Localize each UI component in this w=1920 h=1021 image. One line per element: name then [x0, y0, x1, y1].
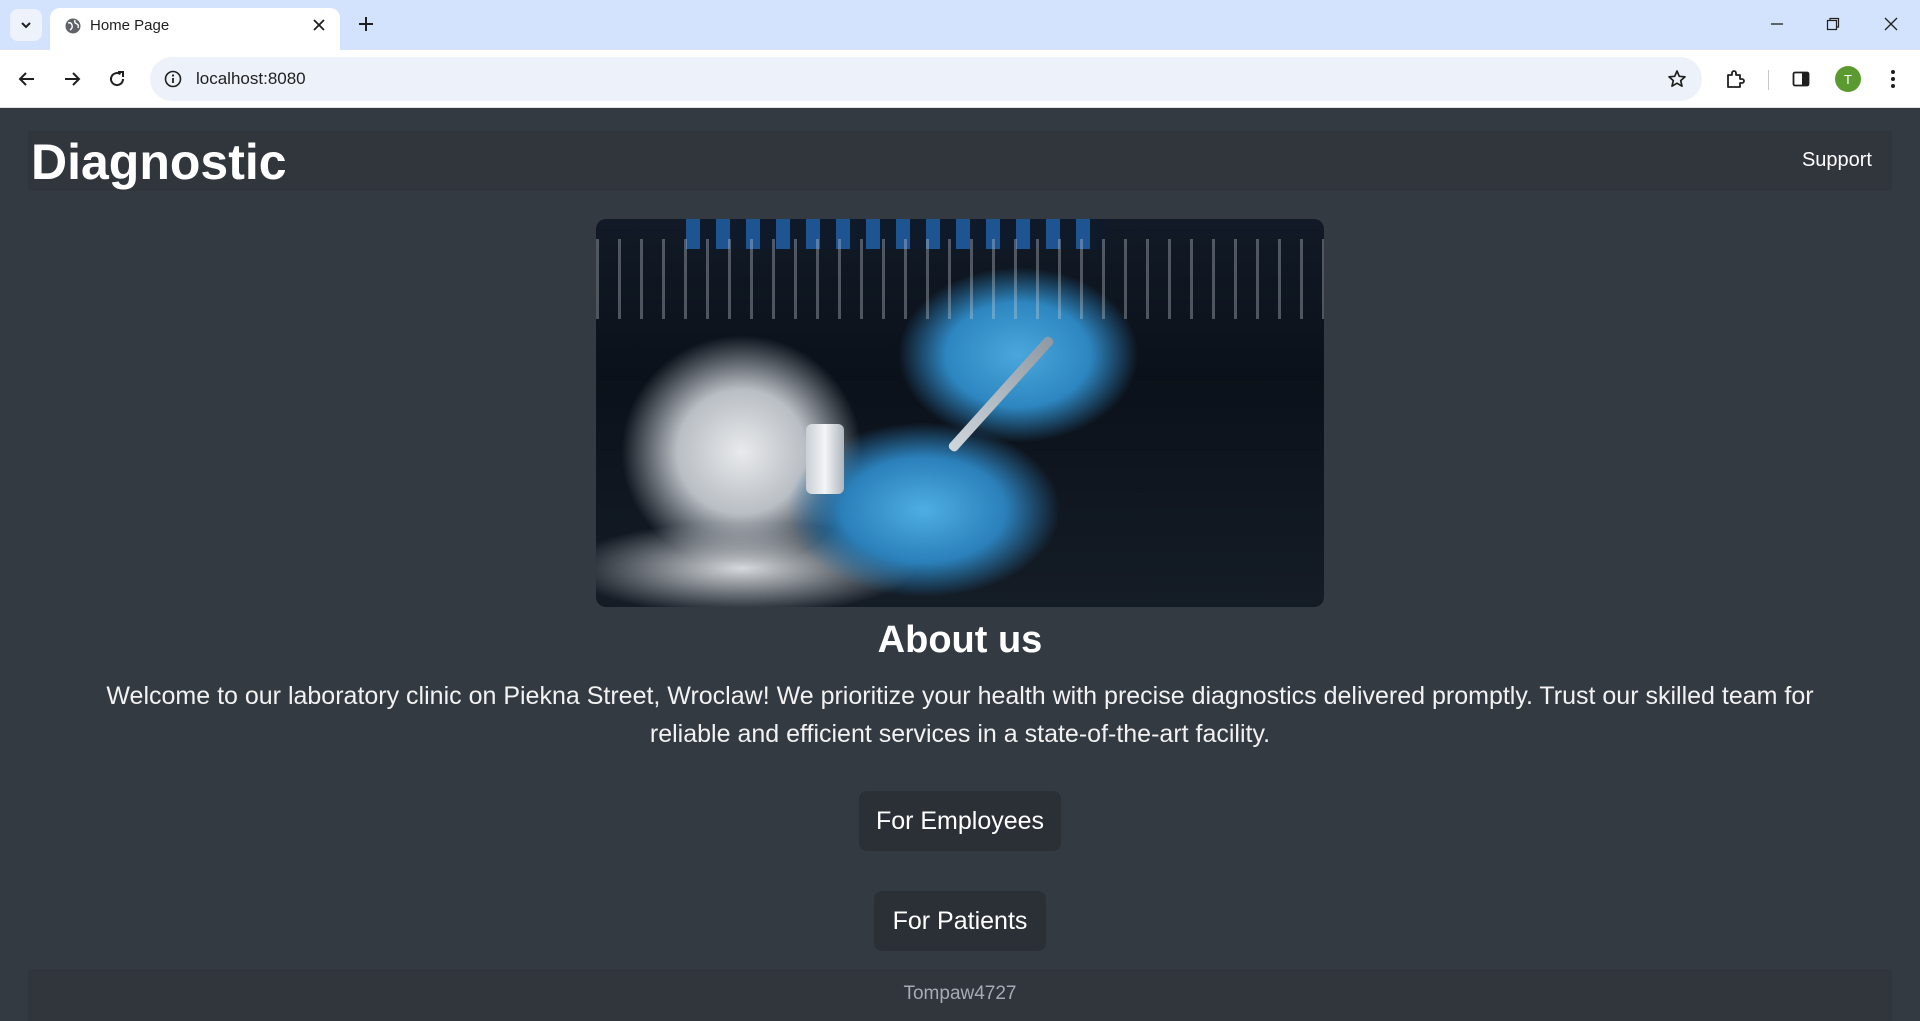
side-panel-icon: [1792, 71, 1810, 87]
bookmark-button[interactable]: [1664, 66, 1690, 92]
reload-button[interactable]: [99, 61, 135, 97]
footer-author: Tompaw4727: [903, 983, 1017, 1004]
puzzle-icon: [1727, 70, 1745, 88]
page-content: Diagnostic Support About us Welcome to o…: [0, 109, 1920, 1021]
toolbar-separator: [1768, 70, 1769, 90]
arrow-left-icon: [18, 72, 34, 86]
about-title: About us: [877, 619, 1043, 661]
support-link[interactable]: Support: [1802, 147, 1872, 173]
about-text: Welcome to our laboratory clinic on Piek…: [106, 682, 1814, 748]
profile-avatar[interactable]: T: [1835, 66, 1861, 92]
browser-tab[interactable]: Home Page: [50, 8, 340, 50]
info-icon: [164, 70, 182, 88]
site-info-button[interactable]: [160, 66, 186, 92]
kebab-menu-icon: [1891, 70, 1895, 88]
restore-button[interactable]: [1810, 6, 1856, 42]
minimize-button[interactable]: [1754, 6, 1800, 42]
minimize-icon: [1771, 23, 1783, 25]
brand-logo[interactable]: Diagnostic: [31, 133, 287, 191]
hero-image: [596, 219, 1324, 607]
globe-icon: [65, 18, 81, 34]
close-icon: [313, 19, 325, 31]
address-bar[interactable]: localhost:8080: [150, 57, 1702, 101]
star-icon: [1668, 70, 1686, 88]
side-panel-button[interactable]: [1784, 62, 1818, 96]
hero-rack: [596, 239, 1324, 319]
extensions-button[interactable]: [1718, 62, 1752, 96]
site-footer: Tompaw4727: [28, 969, 1892, 1021]
for-patients-button[interactable]: For Patients: [874, 891, 1046, 951]
close-icon: [1884, 17, 1898, 31]
reload-icon: [110, 71, 125, 87]
hero-syringe: [947, 334, 1055, 454]
for-employees-button[interactable]: For Employees: [859, 791, 1061, 851]
arrow-right-icon: [65, 72, 81, 86]
tab-strip: Home Page: [0, 0, 1920, 50]
chevron-down-icon: [21, 22, 31, 29]
tab-search-button[interactable]: [10, 9, 42, 41]
browser-menu-button[interactable]: [1876, 62, 1910, 96]
hero-vial: [806, 424, 844, 494]
tab-close-button[interactable]: [308, 14, 330, 36]
back-button[interactable]: [9, 61, 45, 97]
browser-toolbar: localhost:8080 T: [0, 50, 1920, 108]
forward-button[interactable]: [54, 61, 90, 97]
new-tab-button[interactable]: [352, 10, 380, 38]
plus-icon: [359, 17, 373, 31]
restore-icon: [1826, 17, 1840, 31]
tab-title: Home Page: [90, 17, 170, 34]
url-text: localhost:8080: [196, 69, 306, 88]
close-window-button[interactable]: [1868, 6, 1914, 42]
site-navbar: Diagnostic Support: [28, 131, 1892, 191]
